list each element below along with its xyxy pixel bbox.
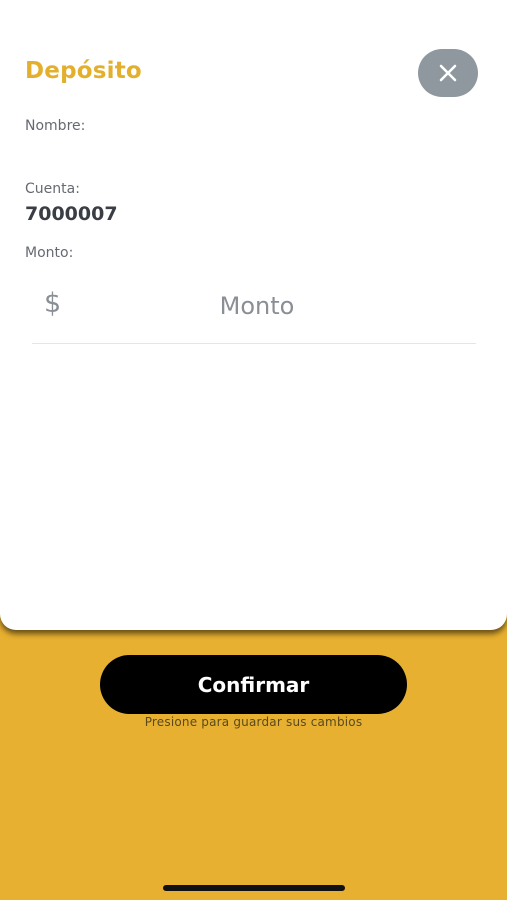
close-icon [439,64,457,82]
name-label: Nombre: [25,118,86,134]
home-indicator[interactable] [163,885,345,891]
amount-input[interactable] [92,284,422,328]
close-button[interactable] [418,49,478,97]
confirm-hint: Presione para guardar sus cambios [144,715,363,729]
amount-label: Monto: [25,245,74,261]
amount-field: $ [32,280,476,344]
currency-symbol: $ [44,288,62,319]
page-title: Depósito [25,58,142,84]
account-value: 7000007 [25,203,118,225]
account-label: Cuenta: [25,181,80,197]
confirm-button[interactable]: Confirmar [100,655,407,714]
deposit-sheet: Depósito Nombre: Cuenta: 7000007 Monto: … [0,0,507,630]
